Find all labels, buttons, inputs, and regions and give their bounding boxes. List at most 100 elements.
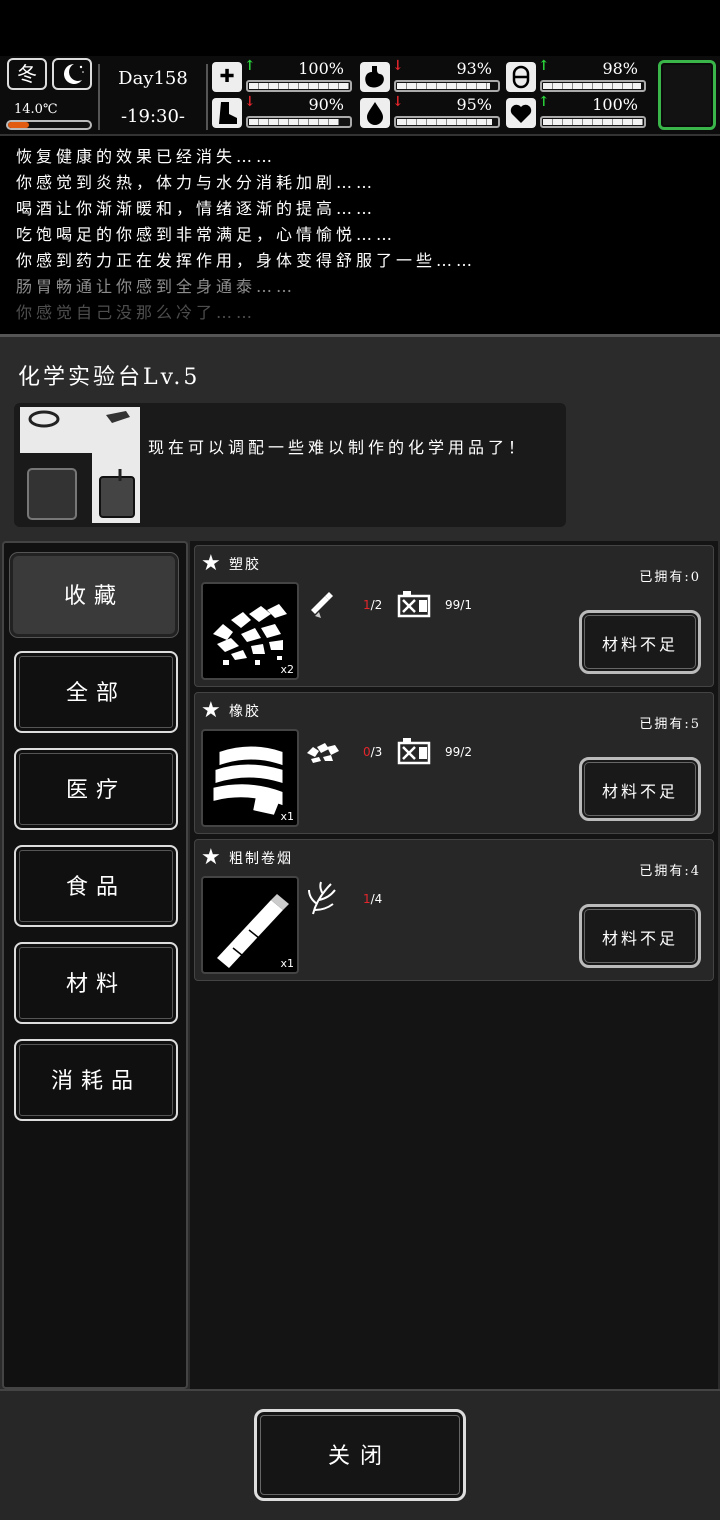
favorite-star-icon[interactable]: ★ [201,552,221,576]
stat-bar-fill [397,119,492,125]
stat-bar-fill [249,83,349,89]
recipe-card-rubber[interactable]: ★ 橡胶 x1 0/3 99/2 已拥有:5 材料不足 [194,692,714,834]
owned-count: 已拥有:0 [639,570,701,585]
lab-bench-illustration [20,407,140,523]
stat-bar [394,80,500,92]
craft-button[interactable]: 材料不足 [579,610,701,674]
stat-value: 90% [308,95,344,114]
category-label: 医疗 [65,778,126,803]
temperature-bar-fill [8,122,29,128]
stat-thirst[interactable]: ↓ 95% [360,94,500,130]
material-count: 99/1 [445,598,472,612]
trend-arrow-icon: ↑ [538,94,550,110]
craft-button[interactable]: 材料不足 [579,757,701,821]
material-count: 99/2 [445,745,472,759]
category-favorites[interactable]: 收藏 [10,553,178,637]
plastic-chunks-icon: x2 [201,582,299,680]
trend-arrow-icon: ↓ [244,94,256,110]
stat-value: 98% [602,59,638,78]
stat-bar [540,80,646,92]
stomach-icon [360,62,390,92]
stat-stamina[interactable]: ↓ 90% [212,94,352,130]
category-label: 全部 [65,681,126,706]
crafting-panel: 化学实验台Lv.5 现在可以调配一些难以制作的化学用品了！ 收藏 全部 医疗 食… [0,334,720,1520]
status-bar: 冬 14.0℃ Day158 -19:30- ✚ ↑ 100% ↓ 93% ↑ … [0,56,720,136]
category-label: 食品 [65,875,126,900]
log-line: 吃饱喝足的你感到非常满足，心情愉悦…… [16,225,397,244]
owned-count: 已拥有:5 [639,717,701,732]
trend-arrow-icon: ↑ [244,58,256,74]
plastic-scraps-icon [305,733,341,769]
category-materials[interactable]: 材料 [14,942,178,1024]
recipe-card-plastic[interactable]: ★ 塑胶 x2 1/2 99/1 已拥有:0 材料不足 [194,545,714,687]
season-badge[interactable]: 冬 [7,58,47,90]
stat-bar-fill [249,119,339,125]
category-consumables[interactable]: 消耗品 [14,1039,178,1121]
log-line: 喝酒让你渐渐暖和，情绪逐渐的提高…… [16,199,377,218]
pill-icon [506,62,536,92]
stat-hunger[interactable]: ↓ 93% [360,58,500,94]
log-line: 你感觉自己没那么冷了…… [16,303,257,322]
stat-bar [246,116,352,128]
heart-icon [506,98,536,128]
divider [206,64,208,130]
clock: -19:30- [120,106,186,127]
temperature-bar [6,120,92,130]
message-log[interactable]: 恢复健康的效果已经消失…… 你感觉到炎热，体力与水分消耗加剧…… 喝酒让你渐渐暖… [0,138,720,328]
favorite-star-icon[interactable]: ★ [201,846,221,870]
output-quantity: x1 [280,810,294,823]
category-label: 材料 [65,972,126,997]
log-line: 你感到药力正在发挥作用，身体变得舒服了一些…… [16,251,477,270]
footer: 关闭 [0,1389,720,1520]
category-all[interactable]: 全部 [14,651,178,733]
craft-button[interactable]: 材料不足 [579,904,701,968]
owned-count: 已拥有:4 [639,864,701,879]
rubber-rolls-icon: x1 [201,729,299,827]
category-medical[interactable]: 医疗 [14,748,178,830]
equipment-slot[interactable] [658,60,716,130]
trend-arrow-icon: ↓ [392,58,404,74]
recipe-card-cigarette[interactable]: ★ 粗制卷烟 x1 1/4 已拥有:4 材料不足 [194,839,714,981]
tobacco-leaf-icon [305,880,341,916]
category-label: 消耗品 [50,1069,141,1094]
log-line: 肠胃畅通让你感到全身通泰…… [16,277,297,296]
fuel-can-icon [395,586,431,622]
stat-bar [540,116,646,128]
stat-medicine[interactable]: ↑ 98% [506,58,646,94]
favorite-star-icon[interactable]: ★ [201,699,221,723]
output-quantity: x1 [280,957,294,970]
recipe-name: 塑胶 [229,557,261,573]
recipe-name: 橡胶 [229,704,261,720]
close-button-label: 关闭 [327,1444,392,1469]
stat-value: 93% [456,59,492,78]
craft-button-label: 材料不足 [601,929,678,948]
stat-bar-fill [543,83,641,89]
category-food[interactable]: 食品 [14,845,178,927]
stat-health[interactable]: ✚ ↑ 100% [212,58,352,94]
trend-arrow-icon: ↑ [538,58,550,74]
craft-button-label: 材料不足 [601,782,678,801]
log-line: 你感觉到炎热，体力与水分消耗加剧…… [16,173,377,192]
stat-bar [246,80,352,92]
fuel-can-icon [395,733,431,769]
station-description: 现在可以调配一些难以制作的化学用品了！ [148,438,529,457]
output-quantity: x2 [280,663,294,676]
boot-icon [212,98,242,128]
station-title: 化学实验台Lv.5 [18,365,201,390]
recipe-name: 粗制卷烟 [229,851,293,867]
stat-bar-fill [397,83,490,89]
medkit-icon: ✚ [212,62,242,92]
craft-button-label: 材料不足 [601,635,678,654]
stat-value: 100% [592,95,638,114]
close-button[interactable]: 关闭 [254,1409,466,1501]
material-count: 1/2 [363,598,383,612]
material-count: 0/3 [363,745,383,759]
recipe-list[interactable]: ★ 塑胶 x2 1/2 99/1 已拥有:0 材料不足 ★ 橡胶 x1 0/3 … [190,541,718,1389]
moon-icon[interactable] [52,58,92,90]
stat-bar-fill [543,119,643,125]
stat-mood[interactable]: ↑ 100% [506,94,646,130]
day-counter: Day158 [118,68,188,89]
water-drop-icon [360,98,390,128]
stat-value: 100% [298,59,344,78]
material-count: 1/4 [363,892,383,906]
